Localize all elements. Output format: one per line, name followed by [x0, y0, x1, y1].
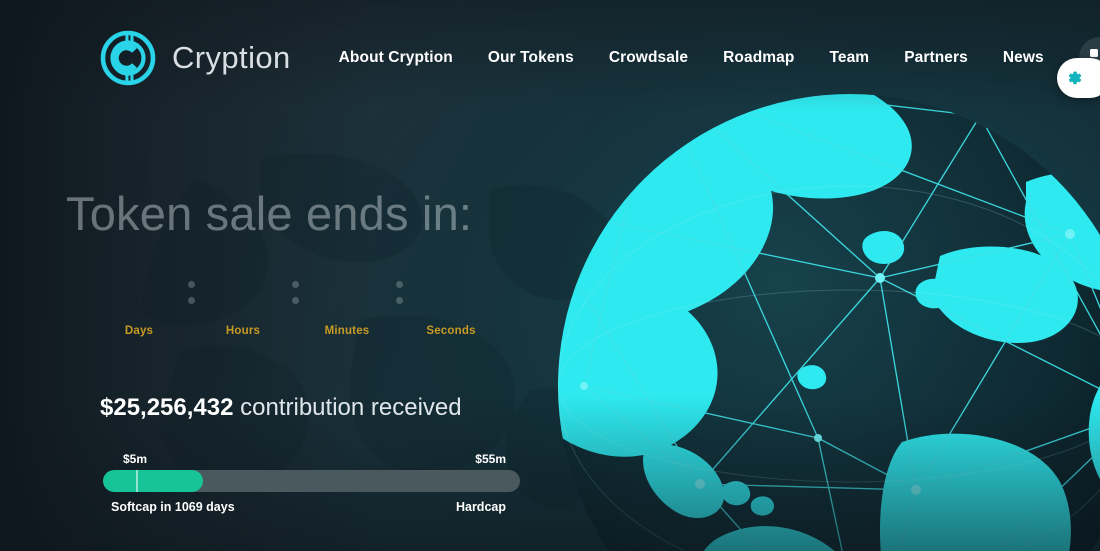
- countdown-minutes-digits: 3 3 9 9: [308, 266, 386, 318]
- contribution-suffix: contribution received: [233, 394, 462, 421]
- nav-item-our-tokens[interactable]: Our Tokens: [488, 49, 574, 67]
- progress-softcap-tick: [136, 470, 138, 492]
- countdown-hours-digit-2: 3 3: [244, 267, 275, 317]
- progress-foot-labels: Softcap in 1069 days Hardcap: [103, 500, 520, 520]
- contribution-amount: $25,256,432: [100, 394, 234, 421]
- nav-item-partners[interactable]: Partners: [904, 49, 968, 67]
- countdown-label-hours: Hours: [225, 325, 261, 337]
- countdown-unit-hours: 2 2 3 3 Hours: [204, 266, 282, 337]
- gear-icon: [1068, 71, 1082, 85]
- countdown-separator-2: [282, 266, 308, 318]
- settings-tab-button[interactable]: [1057, 58, 1100, 98]
- main-navigation: About Cryption Our Tokens Crowdsale Road…: [339, 37, 1100, 79]
- hardcap-amount: $55m: [475, 452, 506, 466]
- countdown-days-digit-2: 6 6: [140, 267, 171, 317]
- countdown-days-digit-1: 1 1: [107, 267, 138, 317]
- countdown-label-days: Days: [124, 325, 154, 337]
- hardcap-note: Hardcap: [455, 500, 506, 514]
- page-title: Token sale ends in:: [66, 187, 473, 240]
- countdown-seconds-digits: 4 4 4 4: [412, 266, 490, 318]
- countdown-unit-minutes: 3 3 9 9 Minutes: [308, 266, 386, 337]
- countdown-minutes-digit-2: 9 9: [348, 267, 379, 317]
- countdown-seconds-digit-2: 4 4: [452, 267, 483, 317]
- countdown-separator-1: [178, 266, 204, 318]
- nav-item-about-cryption[interactable]: About Cryption: [339, 49, 453, 67]
- nav-item-roadmap[interactable]: Roadmap: [723, 49, 794, 67]
- countdown-unit-seconds: 4 4 4 4 Seconds: [412, 266, 490, 337]
- brand-name: Cryption: [172, 40, 291, 75]
- countdown-hours-digits: 2 2 3 3: [204, 266, 282, 318]
- countdown-hours-digit-1: 2 2: [211, 267, 242, 317]
- nav-item-team[interactable]: Team: [829, 49, 869, 67]
- progress-cap-labels: $5m $55m: [103, 452, 520, 470]
- progress-bar-fill: [103, 470, 204, 492]
- countdown-unit-days: 1 1 6 6 Days: [100, 266, 178, 337]
- countdown-separator-3: [386, 266, 412, 318]
- funding-progress: $5m $55m Softcap in 1069 days Hardcap: [103, 452, 520, 520]
- contribution-received: $25,256,432 contribution received: [100, 394, 462, 422]
- countdown-label-seconds: Seconds: [426, 325, 476, 337]
- countdown-days-digits: 1 1 6 6: [100, 266, 178, 318]
- nav-item-news[interactable]: News: [1003, 49, 1044, 67]
- countdown-minutes-digit-1: 3 3: [315, 267, 346, 317]
- countdown-seconds-digit-1: 4 4: [419, 267, 450, 317]
- softcap-note: Softcap in 1069 days: [111, 500, 235, 514]
- nav-item-crowdsale[interactable]: Crowdsale: [609, 49, 688, 67]
- softcap-amount: $5m: [123, 452, 148, 466]
- countdown-label-minutes: Minutes: [324, 325, 370, 337]
- progress-bar-track[interactable]: [103, 470, 520, 492]
- countdown-timer: 1 1 6 6 Days 2 2 3 3: [100, 266, 490, 337]
- cryption-coin-logo-icon: [100, 30, 156, 86]
- brand-logo[interactable]: Cryption: [100, 30, 291, 86]
- site-header: Cryption About Cryption Our Tokens Crowd…: [0, 0, 1100, 116]
